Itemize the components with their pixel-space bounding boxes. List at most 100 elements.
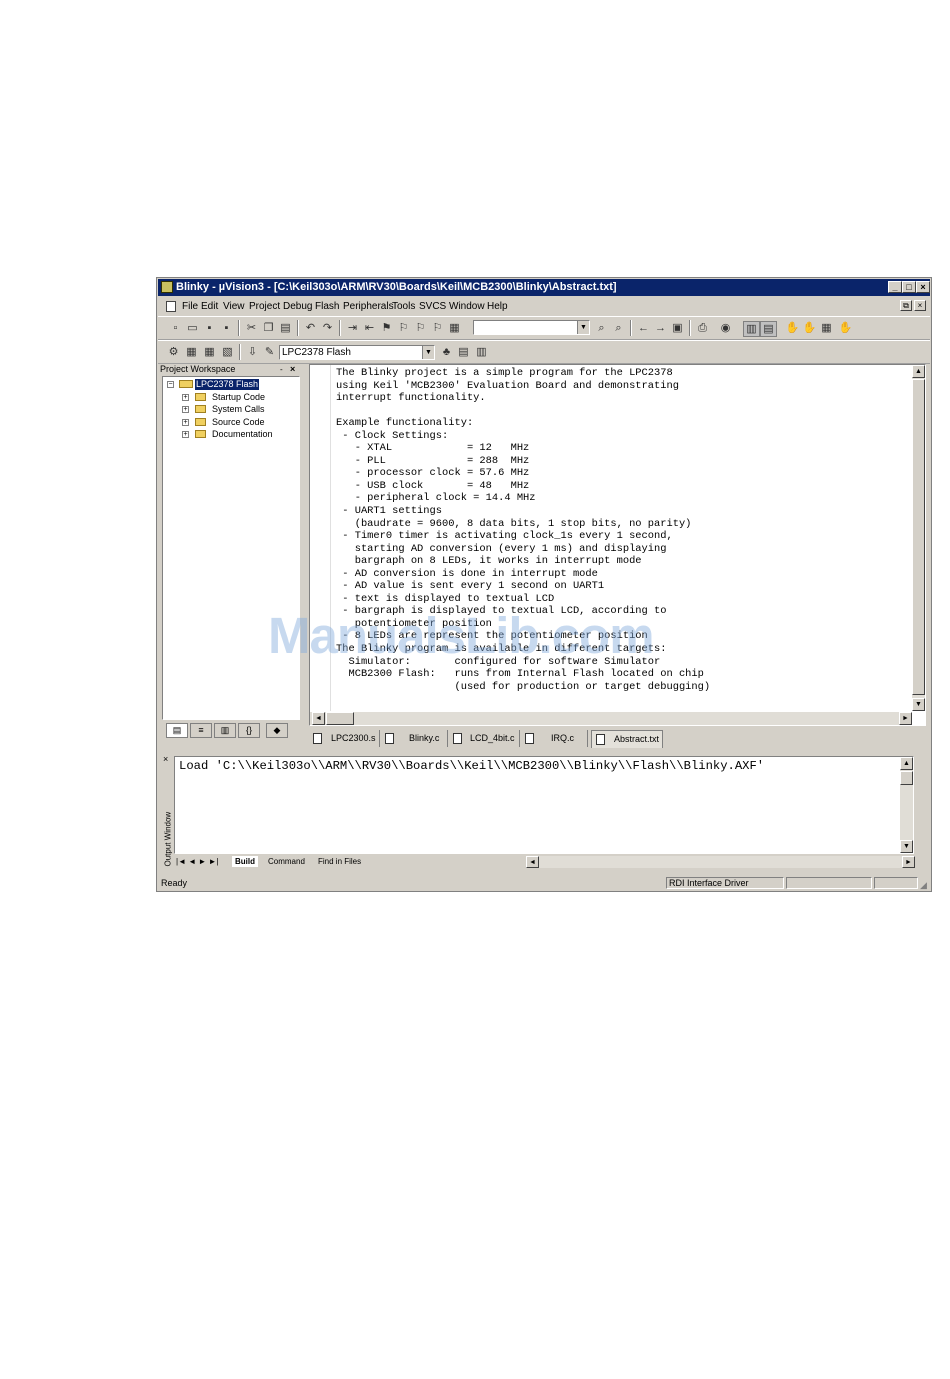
indent-icon[interactable]: ⇥ [345, 321, 360, 335]
target-options-icon[interactable]: ✎ [262, 345, 277, 359]
expand-icon[interactable]: + [182, 394, 189, 401]
scroll-thumb[interactable] [900, 771, 913, 785]
hand-cancel-icon[interactable]: ✋ [802, 321, 817, 335]
expand-icon[interactable]: + [182, 406, 189, 413]
bookmark-prev-icon[interactable]: ⚐ [396, 321, 411, 335]
menu-help[interactable]: Help [487, 297, 508, 316]
redo-icon[interactable]: ↷ [320, 321, 335, 335]
build-icon[interactable]: ▦ [184, 345, 199, 359]
books-tab-icon[interactable]: ▥ [214, 723, 236, 738]
save-icon[interactable]: ▪ [202, 321, 217, 335]
configure-icon[interactable]: ✋ [838, 321, 853, 335]
file-tab-label[interactable]: IRQ.c [551, 730, 574, 747]
tree-group-label[interactable]: Documentation [212, 429, 273, 440]
menu-file[interactable]: File [182, 297, 198, 316]
file-tab[interactable]: Blinky.c [381, 730, 448, 747]
file-tab-active[interactable]: Abstract.txt [591, 730, 663, 748]
paste-icon[interactable]: ▤ [278, 321, 293, 335]
resize-grip-icon[interactable]: ◢ [920, 878, 927, 891]
menu-peripherals[interactable]: Peripherals [343, 297, 394, 316]
tree-root-label[interactable]: LPC2378 Flash [195, 379, 260, 390]
cut-icon[interactable]: ✂ [244, 321, 259, 335]
file-tab-label[interactable]: LCD_4bit.c [470, 730, 515, 747]
menu-svcs[interactable]: SVCS [419, 297, 446, 316]
file-tab-label[interactable]: Abstract.txt [614, 731, 659, 748]
scroll-down-icon[interactable]: ▼ [900, 840, 913, 853]
chevron-down-icon[interactable]: ▼ [422, 346, 434, 359]
new-file-icon[interactable]: ▫ [168, 321, 183, 335]
print-icon[interactable]: ⎙ [695, 321, 710, 335]
minimize-button[interactable]: _ [888, 281, 902, 293]
tree-group-label[interactable]: Startup Code [212, 392, 265, 403]
menu-project[interactable]: Project [249, 297, 280, 316]
chevron-down-icon[interactable]: ▼ [577, 321, 589, 334]
scroll-down-icon[interactable]: ▼ [912, 698, 925, 711]
tree-group-label[interactable]: Source Code [212, 417, 265, 428]
menu-tools[interactable]: Tools [392, 297, 415, 316]
rebuild-icon[interactable]: ▦ [202, 345, 217, 359]
close-button[interactable]: × [916, 281, 930, 293]
tab-find-in-files[interactable]: Find in Files [318, 856, 361, 867]
bookmark-toggle-icon[interactable]: ⚑ [379, 321, 394, 335]
expand-icon[interactable]: + [182, 419, 189, 426]
open-file-icon[interactable]: ▭ [185, 321, 200, 335]
tab-command[interactable]: Command [268, 856, 305, 867]
scroll-right-icon[interactable]: ► [902, 856, 915, 868]
menu-flash[interactable]: Flash [315, 297, 339, 316]
components-icon[interactable]: ▤ [456, 345, 471, 359]
find-icon[interactable]: ⌕ [594, 321, 609, 335]
scroll-thumb[interactable] [326, 712, 354, 725]
menu-view[interactable]: View [223, 297, 245, 316]
pin-icon[interactable]: - [280, 364, 283, 375]
debug-session-icon[interactable]: ◉ [718, 321, 733, 335]
vertical-scrollbar[interactable]: ▲ ▼ [912, 365, 925, 711]
back-icon[interactable]: ← [636, 321, 651, 335]
target-select[interactable]: LPC2378 Flash ▼ [279, 345, 435, 360]
output-toggle-icon[interactable]: ▤ [760, 321, 777, 337]
unindent-icon[interactable]: ⇤ [362, 321, 377, 335]
scroll-right-icon[interactable]: ► [899, 712, 912, 725]
window-icon[interactable]: ▦ [819, 321, 834, 335]
target-manage-icon[interactable]: ♣ [439, 345, 454, 359]
incremental-find-icon[interactable]: ⌕ [611, 321, 626, 335]
collapse-icon[interactable]: − [167, 381, 174, 388]
undo-icon[interactable]: ↶ [303, 321, 318, 335]
vertical-scrollbar[interactable]: ▲ ▼ [900, 757, 913, 853]
tab-nav-icons[interactable]: |◄ ◄ ► ►| [176, 856, 219, 867]
scroll-up-icon[interactable]: ▲ [900, 757, 913, 770]
mdi-restore-button[interactable]: ⧉ [900, 300, 912, 311]
file-tab[interactable]: LCD_4bit.c [449, 730, 520, 747]
scroll-thumb[interactable] [912, 379, 925, 695]
bookmark-next-icon[interactable]: ⚐ [413, 321, 428, 335]
tab-build[interactable]: Build [232, 856, 258, 867]
find-in-files-icon[interactable]: ▦ [447, 321, 462, 335]
hand-icon[interactable]: ✋ [785, 321, 800, 335]
menu-debug[interactable]: Debug [283, 297, 312, 316]
maximize-button[interactable]: □ [902, 281, 916, 293]
files-tab-icon[interactable]: ▤ [166, 723, 188, 738]
close-icon[interactable]: × [163, 754, 168, 764]
scroll-left-icon[interactable]: ◄ [312, 712, 325, 725]
regs-tab-icon[interactable]: ≡ [190, 723, 212, 738]
menu-edit[interactable]: Edit [201, 297, 218, 316]
books-icon[interactable]: ▥ [474, 345, 489, 359]
scroll-left-icon[interactable]: ◄ [526, 856, 539, 868]
menu-window[interactable]: Window [449, 297, 485, 316]
templates-tab-icon[interactable]: ◆ [266, 723, 288, 738]
output-text-area[interactable]: Load 'C:\\Keil303o\\ARM\\RV30\\Boards\\K… [174, 756, 914, 854]
close-icon[interactable]: × [290, 364, 295, 375]
find-combo[interactable]: ▼ [473, 320, 590, 335]
horizontal-scrollbar[interactable]: ◄ ► [310, 712, 912, 725]
title-bar[interactable]: Blinky - µVision3 - [C:\Keil303o\ARM\RV3… [158, 279, 930, 296]
horizontal-scrollbar[interactable]: ◄ ► [526, 856, 915, 868]
mdi-close-button[interactable]: × [914, 300, 926, 311]
copy-icon[interactable]: ❐ [261, 321, 276, 335]
workspace-toggle-icon[interactable]: ▥ [743, 321, 760, 337]
file-tab[interactable]: IRQ.c [521, 730, 588, 747]
stop-build-icon[interactable]: ▧ [220, 345, 235, 359]
file-tab-label[interactable]: Blinky.c [409, 730, 439, 747]
translate-icon[interactable]: ⚙ [166, 345, 181, 359]
functions-tab-icon[interactable]: {} [238, 723, 260, 738]
download-icon[interactable]: ⇩ [245, 345, 260, 359]
tree-group-label[interactable]: System Calls [212, 404, 265, 415]
